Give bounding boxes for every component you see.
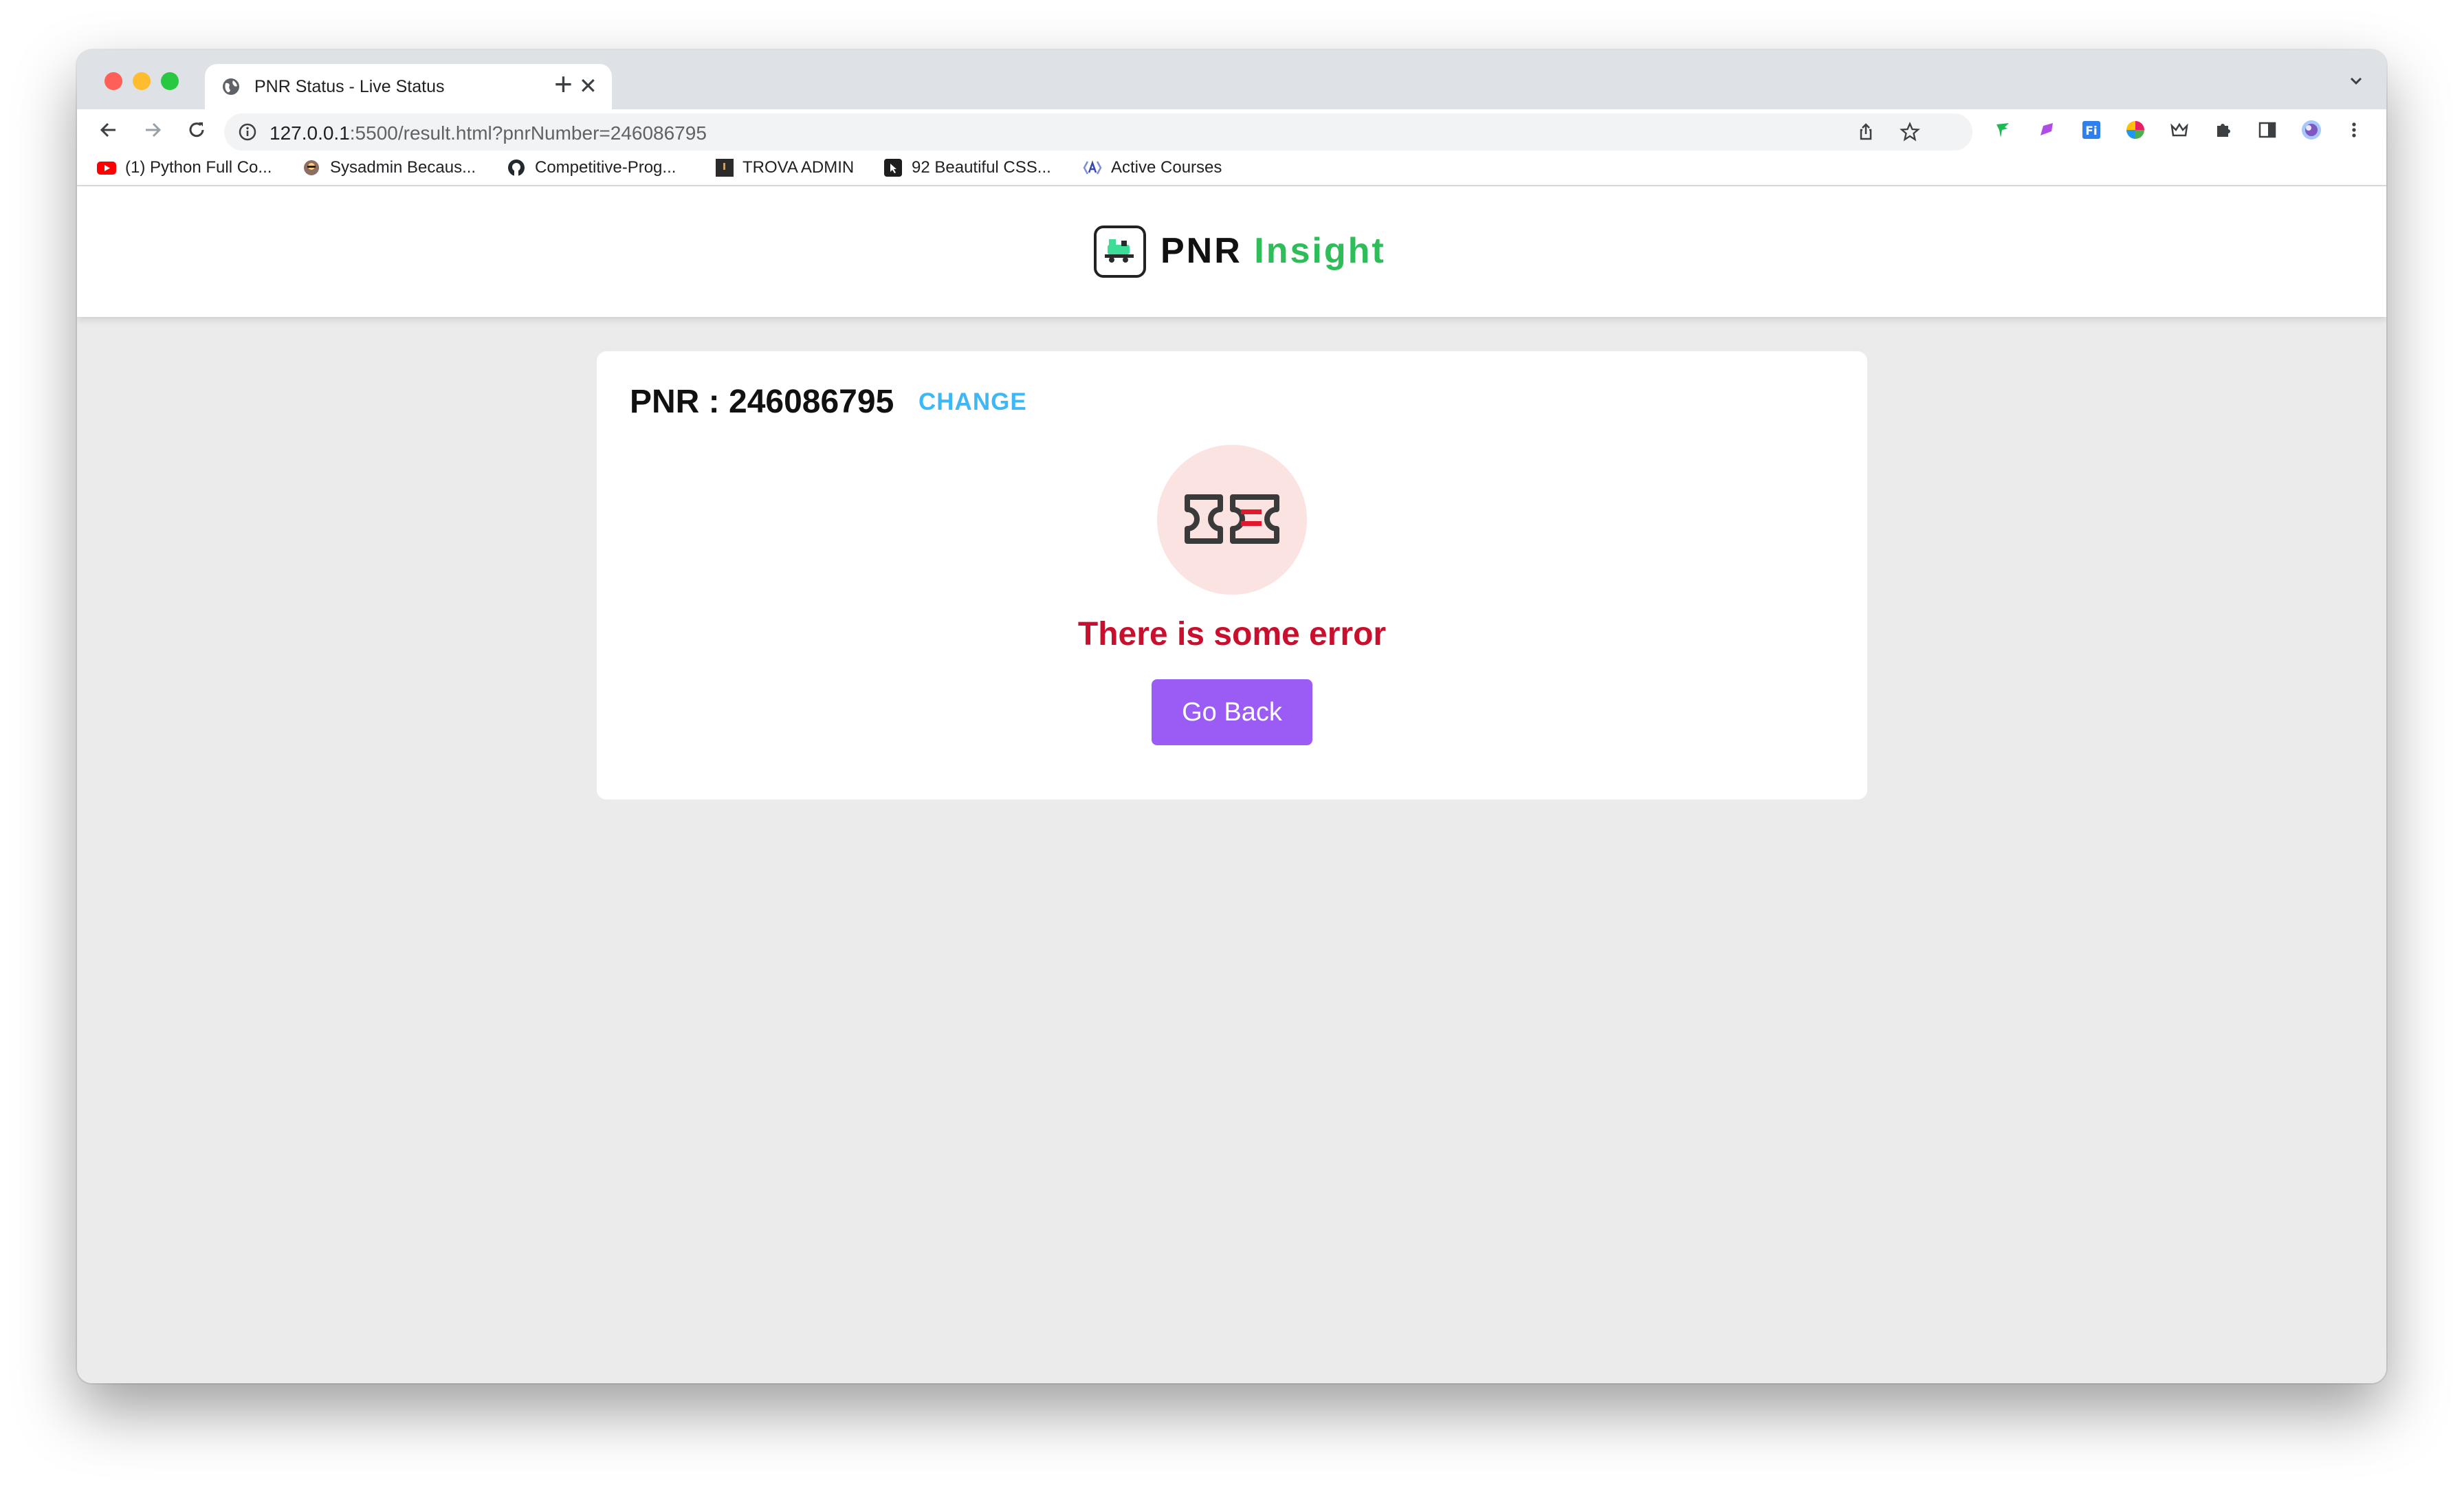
crown-extension-icon[interactable] — [2168, 119, 2190, 141]
bookmark-python-course[interactable]: (1) Python Full Co... — [96, 157, 272, 178]
logo-insight: Insight — [1254, 231, 1386, 271]
avatar-icon — [304, 160, 319, 175]
bookmarks-bar: (1) Python Full Co... Sysadmin Becaus...… — [77, 151, 2386, 186]
page-viewport: PNR Insight PNR : 246086795 CHANGE There… — [77, 186, 2386, 1383]
bookmark-competitive-prog[interactable]: Competitive-Prog... — [506, 157, 676, 178]
puzzle-extensions-icon[interactable] — [2212, 119, 2234, 141]
color-picker-extension-icon[interactable] — [2124, 119, 2146, 141]
profile-avatar-icon[interactable] — [2300, 119, 2322, 141]
bookmark-beautiful-css[interactable]: 92 Beautiful CSS... — [883, 157, 1051, 178]
site-logo-text[interactable]: PNR Insight — [1160, 230, 1386, 272]
change-pnr-link[interactable]: CHANGE — [918, 388, 1027, 416]
bird-extension-icon[interactable] — [1992, 119, 2014, 141]
courses-icon — [1083, 160, 1102, 175]
logo-pnr: PNR — [1160, 231, 1242, 271]
maximize-window-button[interactable] — [161, 72, 179, 90]
new-tab-button[interactable]: + — [554, 68, 573, 100]
youtube-icon — [97, 162, 116, 175]
go-back-button[interactable]: Go Back — [1152, 679, 1312, 745]
share-icon[interactable] — [1856, 122, 1876, 142]
github-icon — [508, 160, 525, 176]
url-path: :5500/result.html?pnrNumber=246086795 — [349, 122, 707, 144]
reload-icon[interactable] — [184, 118, 209, 142]
bookmark-label: (1) Python Full Co... — [125, 158, 272, 177]
address-bar[interactable]: 127.0.0.1:5500/result.html?pnrNumber=246… — [224, 113, 1972, 151]
browser-window: PNR Status - Live Status ✕ + 127.0.0.1:5… — [77, 50, 2386, 1383]
train-logo-icon[interactable] — [1094, 226, 1146, 278]
chevron-down-icon[interactable] — [2346, 71, 2366, 91]
url-text[interactable]: 127.0.0.1:5500/result.html?pnrNumber=246… — [270, 122, 707, 144]
bookmark-label: Active Courses — [1111, 158, 1222, 177]
tab-strip: PNR Status - Live Status ✕ + — [77, 50, 2386, 109]
side-panel-icon[interactable] — [2256, 119, 2278, 141]
browser-tab[interactable]: PNR Status - Live Status ✕ — [205, 64, 612, 109]
error-message: There is some error — [1077, 616, 1387, 652]
css-icon — [884, 159, 902, 177]
bookmark-label: Sysadmin Becaus... — [330, 158, 476, 177]
back-arrow-icon[interactable] — [96, 118, 121, 142]
forward-arrow-icon[interactable] — [140, 118, 165, 142]
minimize-window-button[interactable] — [133, 72, 151, 90]
bookmark-label: Competitive-Prog... — [535, 158, 676, 177]
trova-icon — [716, 159, 734, 177]
bookmark-label: TROVA ADMIN — [742, 158, 855, 177]
svg-text:Fi: Fi — [2085, 124, 2097, 138]
pnr-number: PNR : 246086795 — [630, 384, 894, 420]
error-illustration — [1157, 445, 1307, 595]
more-menu-icon[interactable] — [2343, 119, 2365, 141]
bookmark-star-icon[interactable] — [1900, 122, 1920, 142]
bookmark-label: 92 Beautiful CSS... — [912, 158, 1051, 177]
pen-extension-icon[interactable] — [2036, 119, 2058, 141]
tab-title: PNR Status - Live Status — [254, 77, 445, 96]
site-header: PNR Insight — [77, 186, 2386, 317]
tab-close-icon[interactable]: ✕ — [579, 74, 597, 98]
bookmark-trova-admin[interactable]: TROVA ADMIN — [714, 157, 854, 178]
info-icon[interactable] — [238, 122, 257, 142]
result-card: PNR : 246086795 CHANGE There is some err… — [597, 351, 1867, 800]
fi-extension-icon[interactable]: Fi — [2080, 119, 2102, 141]
bookmark-active-courses[interactable]: Active Courses — [1082, 157, 1222, 178]
close-window-button[interactable] — [104, 72, 122, 90]
globe-icon — [223, 78, 239, 95]
url-host: 127.0.0.1 — [270, 122, 350, 144]
ticket-icon — [1185, 494, 1279, 544]
browser-toolbar: 127.0.0.1:5500/result.html?pnrNumber=246… — [77, 109, 2386, 151]
bookmark-sysadmin[interactable]: Sysadmin Becaus... — [301, 157, 476, 178]
